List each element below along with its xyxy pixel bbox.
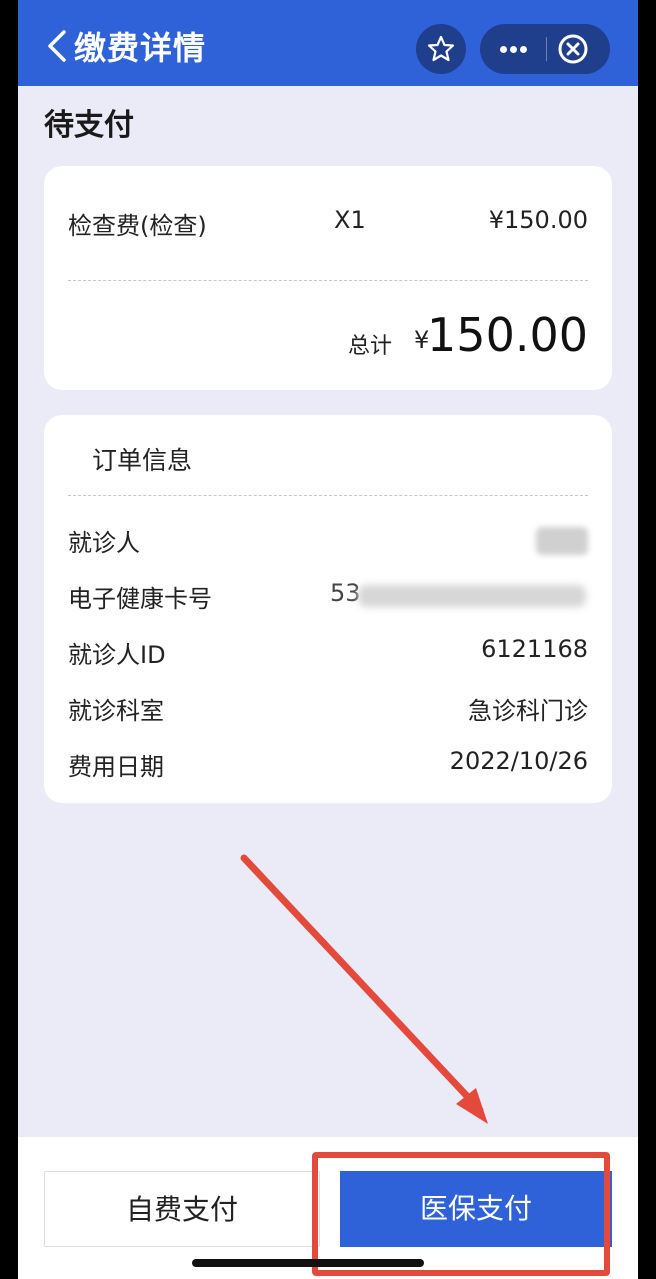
screen: 缴费详情 待支付 检查费(检查) X1 ¥150.00 总计 ¥ 150.00 … <box>18 0 638 1279</box>
home-indicator <box>192 1259 424 1267</box>
annotation-arrow <box>240 854 488 1124</box>
self-pay-button[interactable]: 自费支付 <box>44 1171 320 1247</box>
annotation-highlight-box <box>312 1152 610 1276</box>
